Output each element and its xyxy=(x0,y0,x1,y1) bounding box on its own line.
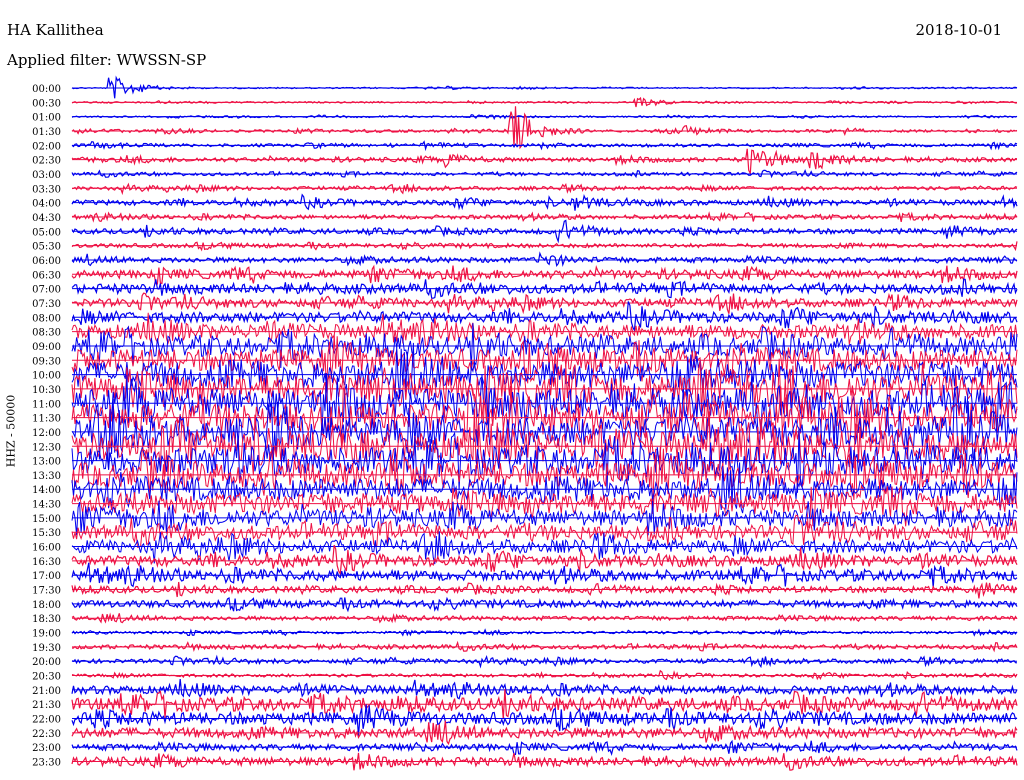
time-tick-label: 11:00 xyxy=(32,399,61,410)
time-tick-label: 05:00 xyxy=(32,227,61,238)
seismogram-plot: 00:00 00:30 01:00 01:30 02:00 02:30 03:00 03:30… xyxy=(32,75,1018,771)
time-tick-label: 13:00 xyxy=(32,457,61,468)
time-tick-label: 10:30 xyxy=(32,385,61,396)
seismogram-trace xyxy=(71,148,1018,176)
time-tick-label: 16:00 xyxy=(32,543,61,554)
time-tick-label: 15:00 xyxy=(32,514,61,525)
time-tick-label: 02:30 xyxy=(32,156,61,167)
time-tick-label: 17:30 xyxy=(32,586,61,597)
time-tick-label: 04:00 xyxy=(32,199,61,210)
time-tick-label: 12:00 xyxy=(32,428,61,439)
time-tick-label: 19:30 xyxy=(32,643,61,654)
time-tick-label: 02:00 xyxy=(32,141,61,152)
time-tick-label: 18:30 xyxy=(32,614,61,625)
time-tick-label: 04:30 xyxy=(32,213,61,224)
seismogram-trace xyxy=(71,312,1018,349)
time-tick-label: 20:00 xyxy=(32,657,61,668)
time-tick-label: 14:00 xyxy=(32,485,61,496)
time-tick-label: 13:30 xyxy=(32,471,61,482)
time-tick-label: 15:30 xyxy=(32,528,61,539)
time-tick-label: 20:30 xyxy=(32,672,61,683)
seismogram-trace xyxy=(71,544,1018,576)
time-tick-label: 19:00 xyxy=(32,629,61,640)
seismogram-trace xyxy=(71,679,1018,700)
time-tick-label: 16:30 xyxy=(32,557,61,568)
time-tick-label: 01:00 xyxy=(32,113,61,124)
time-tick-label: 00:30 xyxy=(32,98,61,109)
time-tick-label: 06:00 xyxy=(32,256,61,267)
seismogram-trace xyxy=(71,720,1018,746)
seismogram-trace xyxy=(71,301,1018,333)
time-tick-label: 03:30 xyxy=(32,184,61,195)
time-tick-label: 08:30 xyxy=(32,328,61,339)
time-tick-label: 09:30 xyxy=(32,356,61,367)
time-tick-label: 06:30 xyxy=(32,270,61,281)
time-tick-label: 22:30 xyxy=(32,729,61,740)
time-tick-label: 07:30 xyxy=(32,299,61,310)
seismogram-trace xyxy=(71,704,1018,737)
seismogram-trace xyxy=(71,581,1018,599)
time-tick-label: 11:30 xyxy=(32,414,61,425)
seismogram-trace xyxy=(71,106,1018,150)
time-tick-label: 22:00 xyxy=(32,715,61,726)
time-tick-label: 08:00 xyxy=(32,313,61,324)
time-tick-label: 00:00 xyxy=(32,84,61,95)
time-tick-label: 05:30 xyxy=(32,242,61,253)
time-tick-label: 10:00 xyxy=(32,371,61,382)
time-tick-label: 09:00 xyxy=(32,342,61,353)
time-tick-label: 07:00 xyxy=(32,285,61,296)
time-tick-label: 21:00 xyxy=(32,686,61,697)
time-tick-label: 21:30 xyxy=(32,700,61,711)
time-tick-label: 17:00 xyxy=(32,571,61,582)
time-tick-label: 23:30 xyxy=(32,758,61,769)
time-tick-label: 18:00 xyxy=(32,600,61,611)
time-tick-label: 03:00 xyxy=(32,170,61,181)
time-tick-label: 23:00 xyxy=(32,743,61,754)
time-tick-label: 01:30 xyxy=(32,127,61,138)
time-tick-label: 12:30 xyxy=(32,442,61,453)
time-tick-label: 14:30 xyxy=(32,500,61,511)
